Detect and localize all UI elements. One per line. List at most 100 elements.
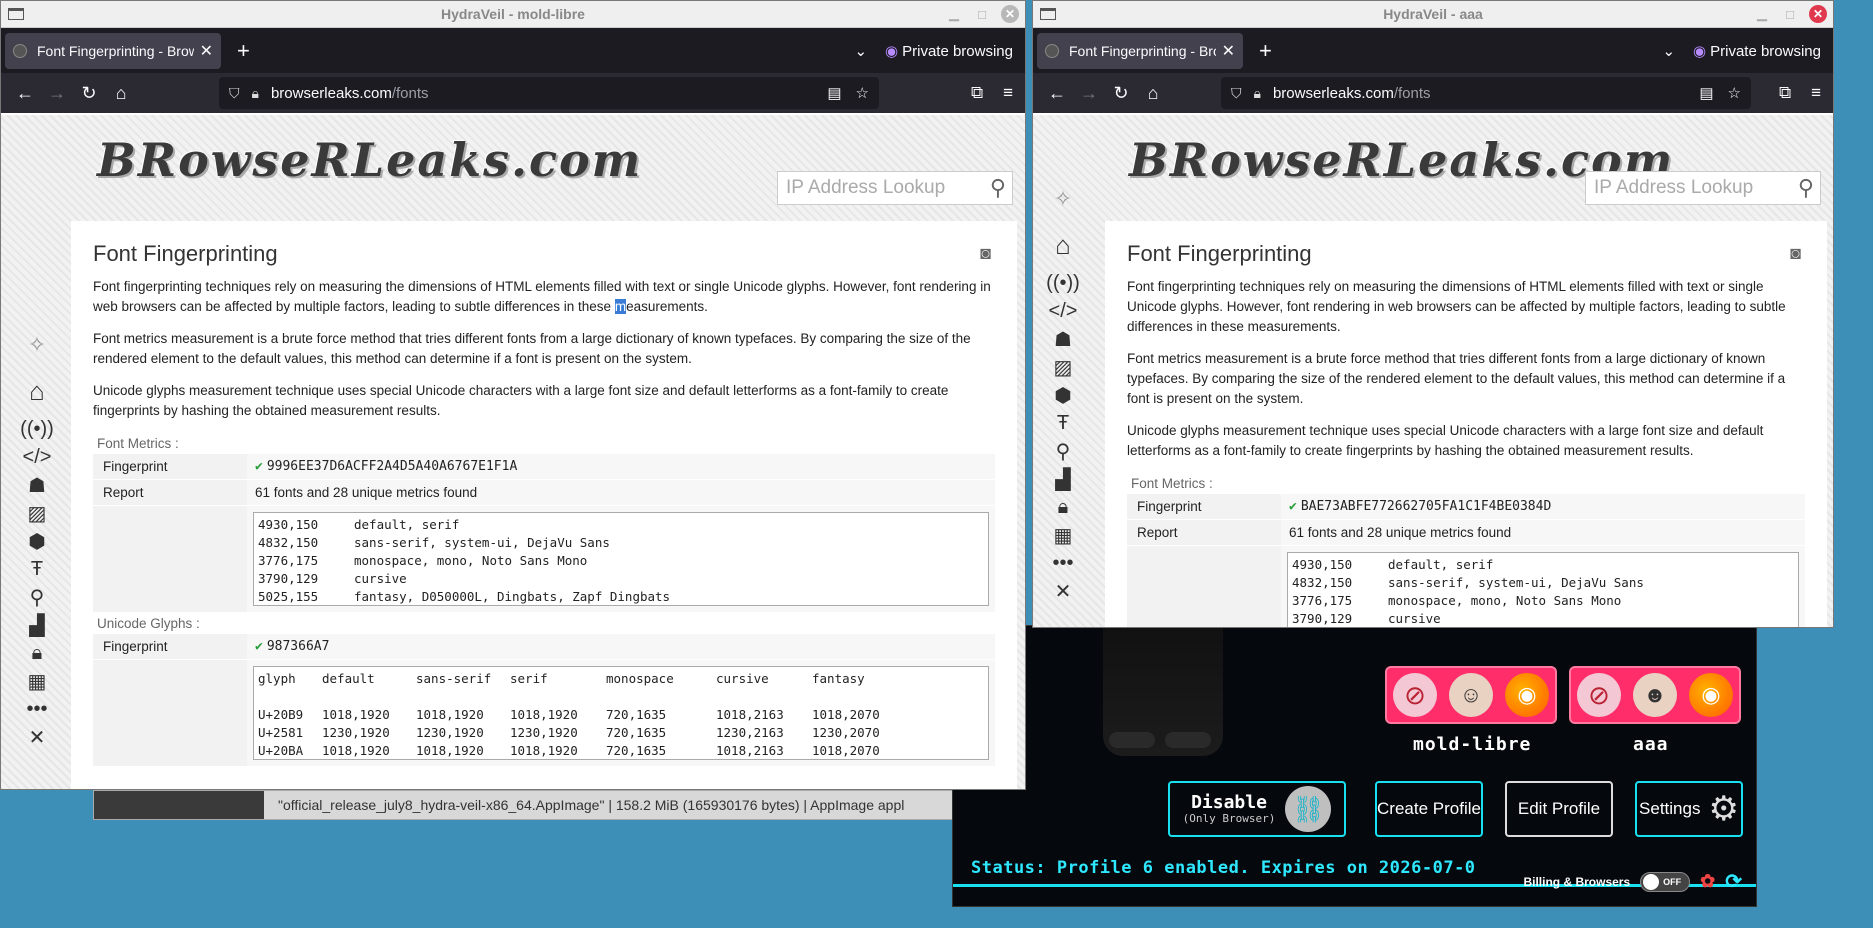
minimize-icon[interactable]: ▁ — [1753, 5, 1771, 23]
metric-fonts: cursive — [1388, 611, 1441, 626]
nav-bar: ← → ↻ ⌂ ⛉ 🔒︎ browserleaks.com/fonts ▤ ☆ … — [1033, 73, 1833, 113]
window-menu-icon[interactable] — [1040, 8, 1056, 20]
camera-icon[interactable]: ◙ — [1790, 243, 1801, 264]
disable-button[interactable]: Disable (Only Browser) ⛓ — [1168, 781, 1346, 837]
lock-icon[interactable]: 🔒︎ — [252, 85, 259, 102]
tab-close-icon[interactable]: ✕ — [1222, 41, 1235, 61]
forward-icon[interactable]: → — [41, 83, 73, 104]
tab-font-fingerprinting[interactable]: Font Fingerprinting - Brow ✕ — [1037, 32, 1243, 69]
sidebar-wall-icon[interactable]: ▦ — [1041, 521, 1085, 549]
metrics-textarea[interactable]: 4930,150 default, serif 4832,150 sans-serif… — [1287, 552, 1799, 627]
browser-icon[interactable]: ✿ — [1700, 871, 1715, 892]
close-icon[interactable]: ✕ — [1809, 5, 1827, 23]
profile-card-aaa[interactable]: ⊘ ☻ ◉ — [1569, 666, 1741, 724]
glyphs-textarea[interactable]: glyph default sans-serif serif monospace curs… — [253, 666, 989, 760]
sidebar-cube-icon[interactable]: ⬢ — [1041, 381, 1085, 409]
search-input[interactable]: IP Address Lookup — [1594, 177, 1753, 199]
private-browsing-label: Private browsing — [902, 42, 1013, 60]
sidebar-wall-icon[interactable]: ▦ — [15, 667, 59, 695]
home-icon[interactable]: ⌂ — [105, 83, 137, 104]
sidebar-lock-icon[interactable]: 🔒︎ — [1041, 493, 1085, 521]
extensions-icon[interactable]: ⧉ — [971, 83, 983, 103]
sidebar-code-icon[interactable]: </> — [1041, 297, 1085, 325]
bookmark-star-icon[interactable]: ☆ — [856, 84, 869, 102]
browserleaks-logo[interactable]: BRowseRLeaks.com — [97, 133, 642, 187]
tab-list-icon[interactable]: ⌄ — [1662, 42, 1675, 60]
sidebar-home-icon[interactable]: ⌂ — [1041, 230, 1085, 260]
glyph-cell: default — [322, 671, 375, 686]
edit-profile-button[interactable]: Edit Profile — [1505, 781, 1613, 837]
hamburger-menu-icon[interactable]: ≡ — [1811, 83, 1821, 103]
minimize-icon[interactable]: ▁ — [945, 5, 963, 23]
home-icon[interactable]: ⌂ — [1137, 83, 1169, 104]
sidebar-home-icon[interactable]: ⌂ — [15, 376, 59, 406]
metrics-textarea[interactable]: 4930,150 default, serif 4832,150 sans-serif… — [253, 512, 989, 606]
ip-lookup-search[interactable]: IP Address Lookup ⚲ — [777, 171, 1013, 205]
sidebar-image-icon[interactable]: ▨ — [1041, 353, 1085, 381]
sidebar-cube-icon[interactable]: ⬢ — [15, 527, 59, 555]
camera-icon[interactable]: ◙ — [980, 243, 991, 264]
sidebar-location-icon[interactable]: ⚲ — [15, 583, 59, 611]
sync-icon[interactable]: ⟳ — [1725, 869, 1742, 894]
fingerprint-key: Fingerprint — [1127, 494, 1281, 519]
sidebar-radio-icon[interactable]: ((•)) — [15, 415, 59, 443]
window-titlebar[interactable]: HydraVeil - mold-libre ▁ □ ✕ — [1, 1, 1025, 28]
url-bar[interactable]: ⛉ 🔒︎ browserleaks.com/fonts ▤ ☆ — [219, 77, 879, 109]
metric-line: 3790,129 cursive — [1292, 610, 1794, 627]
sidebar-stairs-icon[interactable]: ▟ — [1041, 465, 1085, 493]
billing-toggle[interactable]: OFF — [1640, 871, 1691, 892]
selected-text: m — [614, 299, 627, 314]
sidebar-font-icon[interactable]: Ŧ — [1041, 409, 1085, 437]
sidebar-more-icon[interactable]: ••• — [1041, 549, 1085, 577]
lock-icon[interactable]: 🔒︎ — [1254, 85, 1261, 102]
sidebar-more-icon[interactable]: ••• — [15, 695, 59, 723]
reload-icon[interactable]: ↻ — [1105, 83, 1137, 104]
profile-card-mold-libre[interactable]: ⊘ ☺ ◉ — [1385, 666, 1557, 724]
sidebar-stairs-icon[interactable]: ▟ — [15, 611, 59, 639]
url-bar[interactable]: ⛉ 🔒︎ browserleaks.com/fonts ▤ ☆ — [1221, 77, 1751, 109]
sidebar-lock-icon[interactable]: 🔒︎ — [15, 639, 59, 667]
new-tab-icon[interactable]: + — [1259, 38, 1272, 64]
search-input[interactable]: IP Address Lookup — [786, 177, 945, 199]
pin-icon[interactable]: ✧ — [1041, 185, 1085, 213]
sidebar-bot-icon[interactable]: ☗ — [1041, 325, 1085, 353]
settings-button[interactable]: Settings ⚙ — [1635, 781, 1743, 837]
sidebar-radio-icon[interactable]: ((•)) — [1041, 269, 1085, 297]
bookmark-star-icon[interactable]: ☆ — [1728, 84, 1741, 102]
tab-close-icon[interactable]: ✕ — [200, 41, 213, 61]
shield-icon[interactable]: ⛉ — [1231, 85, 1242, 102]
tab-font-fingerprinting[interactable]: Font Fingerprinting - Brow ✕ — [5, 32, 221, 69]
search-icon[interactable]: ⚲ — [1798, 175, 1814, 201]
ip-lookup-search[interactable]: IP Address Lookup ⚲ — [1585, 171, 1821, 205]
glyph-cell: 1230,1920 — [510, 725, 578, 740]
firefox-icon: ◉ — [1505, 673, 1549, 717]
back-icon[interactable]: ← — [9, 83, 41, 104]
back-icon[interactable]: ← — [1041, 83, 1073, 104]
maximize-icon[interactable]: □ — [1781, 5, 1799, 23]
close-icon[interactable]: ✕ — [1001, 5, 1019, 23]
forward-icon[interactable]: → — [1073, 83, 1105, 104]
reader-view-icon[interactable]: ▤ — [1699, 84, 1713, 102]
sidebar-code-icon[interactable]: </> — [15, 443, 59, 471]
search-icon[interactable]: ⚲ — [990, 175, 1006, 201]
pin-icon[interactable]: ✧ — [15, 331, 59, 359]
reader-view-icon[interactable]: ▤ — [827, 84, 841, 102]
reload-icon[interactable]: ↻ — [73, 83, 105, 104]
new-tab-icon[interactable]: + — [237, 38, 250, 64]
metric-line: 4930,150 default, serif — [1292, 556, 1794, 574]
hamburger-menu-icon[interactable]: ≡ — [1003, 83, 1013, 103]
maximize-icon[interactable]: □ — [973, 5, 991, 23]
sidebar-tools-icon[interactable]: ✕ — [1041, 577, 1085, 605]
extensions-icon[interactable]: ⧉ — [1779, 83, 1791, 103]
create-profile-button[interactable]: Create Profile — [1375, 781, 1483, 837]
sidebar-tools-icon[interactable]: ✕ — [15, 723, 59, 751]
sidebar-font-icon[interactable]: Ŧ — [15, 555, 59, 583]
tab-list-icon[interactable]: ⌄ — [854, 42, 867, 60]
window-titlebar[interactable]: HydraVeil - aaa ▁ □ ✕ — [1033, 1, 1833, 28]
window-menu-icon[interactable] — [8, 8, 24, 20]
gear-icon: ⚙ — [1708, 790, 1739, 828]
sidebar-location-icon[interactable]: ⚲ — [1041, 437, 1085, 465]
sidebar-image-icon[interactable]: ▨ — [15, 499, 59, 527]
shield-icon[interactable]: ⛉ — [229, 85, 240, 102]
sidebar-bot-icon[interactable]: ☗ — [15, 471, 59, 499]
